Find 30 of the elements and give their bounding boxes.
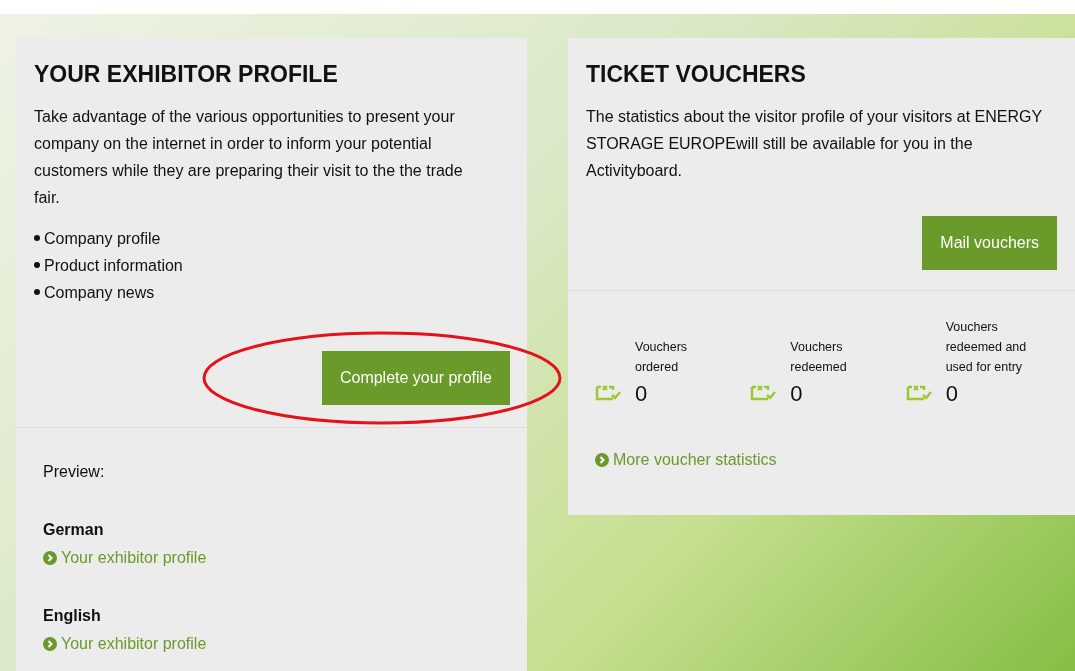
card-title: TICKET VOUCHERS: [586, 60, 807, 89]
description-text: The statistics about the visitor profile of your visitors at ENERGY STORAGE EUROPEwill still be available for you in the Activityboard.: [586, 106, 1043, 181]
stat-value: 0: [635, 379, 648, 408]
stat-value: 0: [945, 379, 958, 408]
ticket-icon: [750, 384, 777, 403]
language-label: German: [43, 519, 105, 540]
stat-value: 0: [790, 379, 803, 408]
preview-label: Preview:: [43, 461, 106, 482]
bullet-icon: [34, 289, 40, 296]
stat-label: Vouchers redeemed: [790, 338, 848, 376]
list-item: Company profile: [44, 228, 161, 249]
ticket-icon: [595, 384, 621, 403]
voucher-statistics-link[interactable]: More voucher statistics: [595, 447, 1061, 472]
complete-profile-button[interactable]: Complete your profile: [321, 350, 510, 405]
stat-label: Vouchers redeemed and used for entry: [945, 318, 1028, 376]
bullet-icon: [34, 235, 40, 242]
arrow-circle-icon: [595, 452, 609, 467]
language-label: English: [43, 605, 102, 626]
bullet-icon: [34, 262, 40, 269]
arrow-circle-icon: [43, 636, 57, 651]
stat-label: Vouchers ordered: [635, 338, 689, 376]
card-title: YOUR EXHIBITOR PROFILE: [34, 60, 339, 89]
description-text: Take advantage of the various opportunities to present your company on the internet in order to inform your potential customers while they are preparing their visit to the the trade fair.: [34, 106, 464, 208]
list-item: Company news: [44, 282, 155, 303]
list-item: Product information: [44, 255, 183, 276]
profile-link[interactable]: Your exhibitor profile: [43, 631, 500, 656]
mail-vouchers-button[interactable]: Mail vouchers: [922, 215, 1057, 270]
ticket-icon: [905, 384, 932, 403]
profile-link[interactable]: Your exhibitor profile: [43, 545, 500, 570]
arrow-circle-icon: [43, 550, 57, 565]
